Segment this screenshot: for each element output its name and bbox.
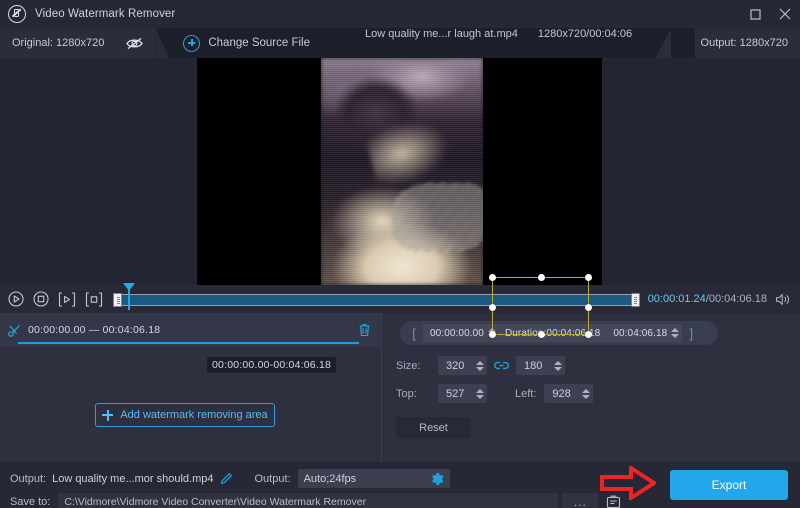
width-input[interactable]: 320 <box>438 356 487 375</box>
total-time: 00:04:06.18 <box>709 293 767 305</box>
scissors-icon[interactable] <box>8 324 21 337</box>
bracket-open-icon[interactable]: [ <box>405 326 423 341</box>
bracket-play-icon[interactable] <box>58 292 76 307</box>
pencil-icon[interactable] <box>220 472 233 485</box>
height-input[interactable]: 180 <box>516 356 565 375</box>
transport-bar: 00:00:01.24/00:04:06.18 <box>0 285 800 313</box>
bracket-close-icon[interactable]: ] <box>682 326 700 341</box>
trim-handle-left[interactable] <box>113 293 122 307</box>
resize-handle-top-left[interactable] <box>489 274 496 281</box>
top-input[interactable]: 527 <box>438 384 487 403</box>
source-file-meta: 1280x720/00:04:06 <box>538 28 632 58</box>
left-label: Left: <box>515 388 536 400</box>
save-to-label: Save to: <box>10 496 50 508</box>
original-tab[interactable]: Original: 1280x720 <box>0 28 155 58</box>
save-path-input[interactable]: C:\Vidmore\Vidmore Video Converter\Video… <box>58 493 558 508</box>
plus-icon <box>102 410 113 421</box>
size-label: Size: <box>396 360 438 372</box>
height-stepper[interactable] <box>554 361 562 371</box>
link-icon[interactable] <box>494 360 509 371</box>
video-grain <box>321 58 483 285</box>
gear-icon[interactable] <box>430 472 444 486</box>
resize-handle-top-center[interactable] <box>538 274 545 281</box>
browse-button[interactable]: ... <box>562 493 598 508</box>
app-logo-icon <box>8 5 26 23</box>
start-time-input[interactable]: 00:00:00.00 <box>423 324 499 342</box>
clip-range-chip: 00:00:00.00-00:04:06.18 <box>207 357 336 373</box>
footer-bar: Output: Low quality me...mor should.mp4 … <box>0 462 800 508</box>
output-tab[interactable]: Output: 1280x720 <box>695 28 800 58</box>
plus-circle-icon[interactable] <box>183 35 200 52</box>
position-field-row: Top: 527 Left: 928 <box>396 384 593 403</box>
left-input[interactable]: 928 <box>544 384 593 403</box>
window-controls <box>740 0 800 28</box>
end-time-stepper[interactable] <box>671 328 679 338</box>
resize-handle-bottom-right[interactable] <box>585 331 592 338</box>
resize-handle-middle-left[interactable] <box>489 304 496 311</box>
clip-list-item[interactable]: 00:00:00.00 — 00:04:06.18 <box>0 313 381 347</box>
output-name-label: Output: <box>10 473 46 485</box>
height-value: 180 <box>524 360 550 372</box>
add-watermark-area-button[interactable]: Add watermark removing area <box>95 403 275 427</box>
video-preview-area[interactable] <box>0 58 800 285</box>
left-value: 928 <box>552 388 578 400</box>
format-settings-group: Output: Auto;24fps <box>255 469 450 488</box>
watermark-removal-selection[interactable] <box>492 277 589 335</box>
original-resolution-label: Original: 1280x720 <box>12 37 104 49</box>
source-toolbar: Original: 1280x720 Change Source File Lo… <box>0 28 800 58</box>
editor-panels: 00:00:00.00 — 00:04:06.18 00:00:00.00-00… <box>0 313 800 462</box>
volume-icon[interactable] <box>775 293 792 306</box>
clip-progress-bar <box>18 342 359 344</box>
tab-skew-left <box>155 28 169 58</box>
width-stepper[interactable] <box>476 361 484 371</box>
top-stepper[interactable] <box>476 389 484 399</box>
eye-off-icon[interactable] <box>126 37 143 50</box>
trash-icon[interactable] <box>358 323 371 337</box>
close-icon[interactable] <box>770 0 800 28</box>
left-stepper[interactable] <box>582 389 590 399</box>
bracket-stop-icon[interactable] <box>85 292 103 307</box>
output-resolution-label: Output: 1280x720 <box>701 37 788 49</box>
size-field-row: Size: 320 180 <box>396 356 565 375</box>
format-value: Auto;24fps <box>304 473 357 485</box>
width-value: 320 <box>446 360 472 372</box>
play-circle-icon[interactable] <box>8 291 24 307</box>
red-arrow-annotation <box>600 466 656 500</box>
trim-handle-right[interactable] <box>631 293 640 307</box>
clip-time-range: 00:00:00.00 — 00:04:06.18 <box>28 324 160 336</box>
clip-list-panel: 00:00:00.00 — 00:04:06.18 00:00:00.00-00… <box>0 313 382 462</box>
tab-skew-right <box>655 28 671 58</box>
title-bar: Video Watermark Remover <box>0 0 800 28</box>
playback-controls <box>8 291 103 307</box>
stop-circle-icon[interactable] <box>33 291 49 307</box>
add-watermark-area-label: Add watermark removing area <box>120 409 267 421</box>
export-button[interactable]: Export <box>670 470 788 500</box>
playhead-line <box>128 290 130 310</box>
video-frame <box>321 58 483 285</box>
format-label: Output: <box>255 473 291 485</box>
window-title: Video Watermark Remover <box>35 8 175 20</box>
video-stage <box>197 58 602 285</box>
top-label: Top: <box>396 388 438 400</box>
current-time: 00:00:01.24 <box>648 293 706 305</box>
output-file-name: Low quality me...mor should.mp4 <box>52 473 213 485</box>
resize-handle-top-right[interactable] <box>585 274 592 281</box>
reset-button[interactable]: Reset <box>396 417 471 438</box>
top-value: 527 <box>446 388 472 400</box>
video-watermark-remover-window: Video Watermark Remover Original: 1280x7… <box>0 0 800 508</box>
format-select[interactable]: Auto;24fps <box>298 469 450 488</box>
change-source-file-button[interactable]: Change Source File <box>208 37 310 49</box>
toolbar-actions: Change Source File <box>183 28 310 58</box>
output-settings-row: Output: Low quality me...mor should.mp4 … <box>10 469 450 488</box>
maximize-icon[interactable] <box>740 0 770 28</box>
time-display: 00:00:01.24/00:04:06.18 <box>648 293 767 305</box>
source-file-name: Low quality me...r laugh at.mp4 <box>365 28 518 58</box>
resize-handle-bottom-left[interactable] <box>489 331 496 338</box>
end-time-input[interactable]: 00:04:06.18 <box>606 324 682 342</box>
resize-handle-bottom-center[interactable] <box>538 331 545 338</box>
resize-handle-middle-right[interactable] <box>585 304 592 311</box>
end-time-value: 00:04:06.18 <box>613 328 667 339</box>
start-time-value: 00:00:00.00 <box>430 328 484 339</box>
